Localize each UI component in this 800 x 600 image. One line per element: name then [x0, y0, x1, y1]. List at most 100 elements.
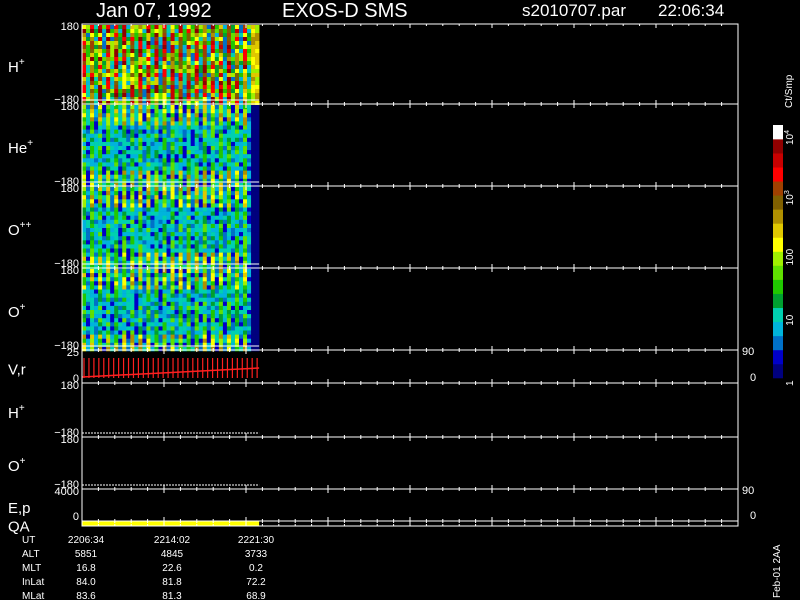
heat-cell	[134, 109, 139, 114]
heat-cell	[230, 273, 236, 278]
heat-cell	[190, 244, 196, 249]
heat-cell	[154, 81, 159, 86]
heat-cell	[247, 150, 252, 155]
heat-cell	[230, 240, 236, 245]
heat-cell	[230, 141, 236, 147]
heat-cell	[90, 77, 95, 82]
heat-cell	[214, 85, 220, 90]
heat-cell	[190, 45, 196, 50]
heat-cell	[238, 334, 244, 339]
heat-cell	[214, 57, 220, 62]
heat-cell	[90, 166, 95, 171]
heat-cell	[98, 285, 103, 290]
heat-cell	[222, 326, 228, 331]
heat-cell	[86, 33, 91, 38]
heat-cell	[182, 178, 187, 184]
heat-cell	[222, 33, 228, 38]
heat-cell	[106, 289, 111, 294]
heat-cell	[182, 228, 187, 233]
heat-cell	[138, 93, 143, 98]
heat-cell	[134, 297, 139, 303]
heat-cell	[194, 326, 200, 331]
heat-cell	[126, 252, 131, 257]
heat-cell	[202, 29, 208, 34]
heat-cell	[114, 37, 119, 42]
heat-cell	[126, 97, 131, 102]
heat-cell	[86, 25, 91, 30]
heat-cell	[222, 260, 228, 266]
heat-cell	[154, 260, 159, 266]
heat-cell	[142, 244, 147, 249]
heat-cell	[186, 33, 191, 38]
heat-cell	[198, 260, 204, 266]
heat-cell	[202, 146, 208, 151]
heat-cell	[243, 150, 248, 155]
heat-cell	[110, 273, 115, 278]
heat-cell	[90, 37, 95, 42]
heat-cell	[247, 305, 252, 311]
heat-cell	[134, 89, 139, 94]
heat-cell	[114, 73, 119, 78]
heat-cell	[106, 121, 111, 126]
heat-cell	[90, 240, 95, 245]
panel-label-sup: ++	[20, 220, 32, 231]
heat-cell	[214, 301, 220, 307]
heat-cell	[154, 252, 159, 257]
heat-cell	[174, 187, 179, 192]
heat-cell	[214, 45, 220, 50]
heat-cell	[90, 342, 95, 348]
heat-cell	[142, 330, 147, 335]
heat-cell	[243, 277, 248, 282]
heat-cell	[190, 269, 196, 274]
heat-cell	[255, 101, 260, 106]
heat-cell	[190, 314, 196, 319]
heat-cell	[158, 45, 163, 50]
heat-cell	[234, 45, 240, 50]
heat-cell	[226, 203, 232, 208]
heat-cell	[206, 150, 212, 155]
heat-cell	[98, 277, 103, 282]
heat-cell	[106, 207, 111, 212]
heat-cell	[142, 277, 147, 282]
heat-cell	[238, 61, 244, 66]
heat-cell	[158, 301, 163, 307]
heat-cell	[238, 215, 244, 221]
heat-cell	[158, 178, 163, 184]
heat-cell	[255, 146, 260, 151]
heat-cell	[114, 57, 119, 62]
heat-cell	[222, 101, 228, 106]
heat-cell	[154, 85, 159, 90]
heat-cell	[214, 137, 220, 143]
heat-cell	[234, 334, 240, 339]
heat-cell	[134, 97, 139, 102]
heat-cell	[134, 49, 139, 54]
heat-cell	[150, 117, 155, 122]
heat-cell	[134, 219, 139, 225]
heat-cell	[146, 45, 151, 50]
heat-cell	[206, 285, 212, 290]
heat-cell	[251, 228, 256, 233]
heat-cell	[174, 195, 179, 200]
heat-cell	[118, 65, 123, 70]
heat-cell	[206, 199, 212, 204]
heat-cell	[214, 81, 220, 86]
heat-cell	[255, 314, 260, 319]
heat-cell	[90, 174, 95, 180]
heat-cell	[150, 154, 155, 159]
heat-cell	[186, 219, 191, 225]
heat-cell	[190, 223, 196, 229]
heat-cell	[234, 137, 240, 143]
heat-cell	[106, 273, 111, 278]
heat-cell	[186, 244, 191, 249]
heat-cell	[247, 195, 252, 200]
heat-cell	[190, 195, 196, 200]
heat-cell	[106, 69, 111, 74]
heat-cell	[130, 69, 135, 74]
heat-cell	[138, 318, 143, 323]
heat-cell	[142, 191, 147, 196]
heat-cell	[226, 121, 232, 126]
heat-cell	[230, 297, 236, 303]
heat-cell	[126, 93, 131, 98]
heat-cell	[110, 69, 115, 74]
heat-cell	[222, 146, 228, 151]
